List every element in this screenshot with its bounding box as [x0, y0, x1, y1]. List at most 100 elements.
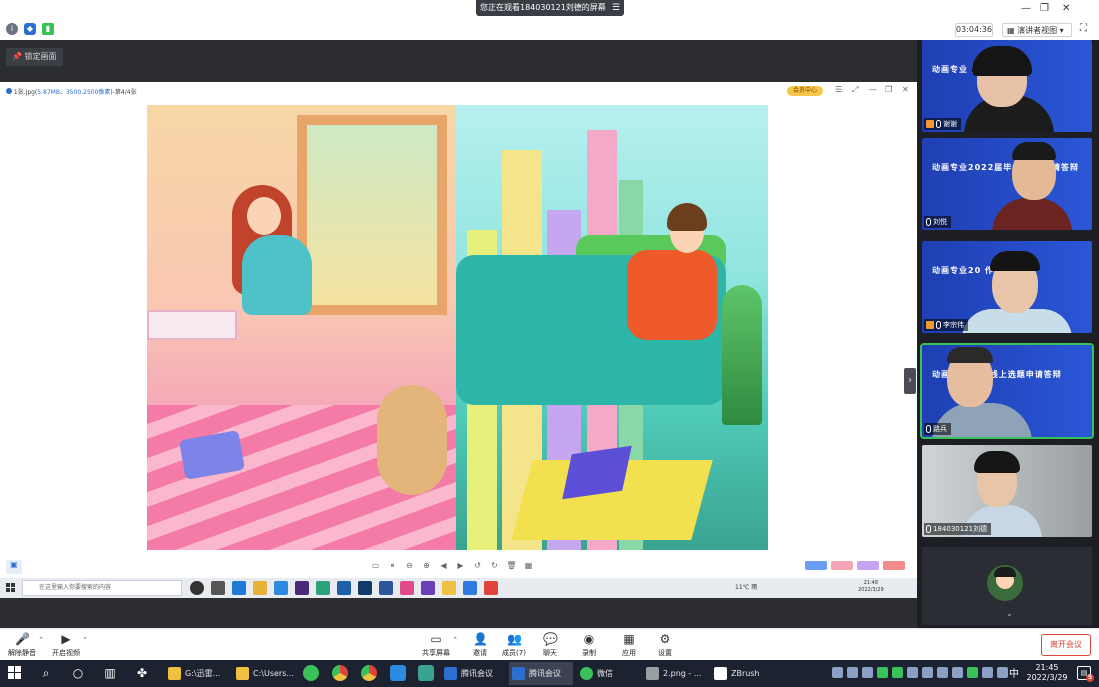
menu-icon[interactable]: ☰	[835, 85, 842, 94]
participant-tile-2[interactable]: 动画专业20 作布置会 李宗伟	[922, 241, 1092, 333]
taskbar-item-folder-g[interactable]: G:\迅雷...	[165, 662, 227, 685]
info-icon[interactable]: i	[6, 23, 18, 35]
participant-name: 谢谢	[924, 118, 961, 130]
shield-icon[interactable]: ◆	[24, 23, 36, 35]
participant-tile-3[interactable]: 动画专业 业生线上选题申请答辩 路兵	[920, 343, 1094, 439]
chevron-up-icon[interactable]: ⌃	[82, 636, 88, 644]
lock-screen-button[interactable]: 📌 锁定画面	[6, 48, 63, 66]
video-button[interactable]: ▶ 开启视频 ⌃	[44, 632, 88, 658]
taskbar-item-tencent-meeting[interactable]: 腾讯会议	[441, 662, 505, 685]
close-icon[interactable]: ✕	[902, 85, 909, 94]
image-index: )-第4/4张	[110, 89, 137, 96]
layout-icon: ▦	[1007, 26, 1015, 35]
tray-app-icon[interactable]	[832, 667, 843, 678]
shared-clock: 21:48 2022/3/29	[858, 580, 884, 593]
vip-center-button[interactable]: 会员中心	[787, 86, 823, 96]
rotate-left-icon[interactable]: ↺	[472, 560, 483, 571]
notification-icon[interactable]: ▤ 5	[1077, 666, 1094, 682]
windows-icon[interactable]	[6, 583, 16, 593]
collapse-sidebar-icon[interactable]: ›	[904, 368, 916, 394]
wechat-icon	[580, 667, 593, 680]
leave-meeting-button[interactable]: 离开会议	[1041, 634, 1091, 656]
mute-button[interactable]: 🎤 解除静音 ⌃	[0, 632, 44, 658]
chat-icon: 💬	[543, 632, 558, 646]
windows-start-icon[interactable]	[8, 666, 22, 680]
volume-icon[interactable]	[952, 667, 963, 678]
zoom-out-icon[interactable]: ⊖	[404, 560, 415, 571]
app-pin-blue-icon[interactable]	[390, 665, 406, 681]
expand-icon[interactable]: ⤢	[852, 85, 858, 95]
fullscreen-icon[interactable]: ⛶	[1080, 23, 1087, 34]
meeting-window: 您正在观看184030121刘德的屏幕 ☰ i ◆ ▮ — ❐ ✕ 03:04:…	[0, 0, 1099, 687]
tray-app-icon[interactable]	[892, 667, 903, 678]
slideshow-icon[interactable]: ▭	[370, 560, 381, 571]
menu-icon[interactable]: ☰	[612, 0, 620, 16]
chevron-down-icon: ▾	[1059, 26, 1064, 35]
members-icon: 👥	[507, 632, 522, 646]
participant-tile-1[interactable]: 动画专业2022届毕业 选题申请答辩 刘悦	[922, 138, 1092, 230]
folder-icon	[236, 667, 249, 680]
lock-screen-label: 锁定画面	[24, 52, 57, 61]
chrome-icon[interactable]	[361, 665, 377, 681]
wechat-tray-icon[interactable]	[967, 667, 978, 678]
view-mode-button[interactable]: ▦ 演讲者视图 ▾	[1002, 23, 1072, 37]
zbrush-icon	[714, 667, 727, 680]
system-clock[interactable]: 21:45 2022/3/29	[1025, 663, 1069, 683]
close-icon[interactable]: ✕	[1062, 3, 1070, 14]
file-size-link[interactable]: 5.87MB	[37, 89, 60, 96]
participant-tile-4[interactable]: 184030121刘德	[922, 445, 1092, 537]
wifi-icon[interactable]	[997, 667, 1008, 678]
share-screen-icon: ▭	[430, 632, 442, 646]
ime-indicator[interactable]: 中	[1009, 665, 1019, 680]
taskbar-item-wechat[interactable]: 微信	[577, 662, 637, 685]
viewer-chips	[805, 561, 905, 570]
tray-app-icon[interactable]	[922, 667, 933, 678]
grid-icon[interactable]: ▦	[523, 560, 534, 571]
signal-icon[interactable]: ▮	[42, 23, 54, 35]
taskbar-item-tencent-meeting-active[interactable]: 腾讯会议	[509, 662, 573, 685]
pen-icon[interactable]	[982, 667, 993, 678]
thumbnail-icon[interactable]: ▣	[6, 560, 22, 574]
dimensions-link[interactable]: 3500,2500像素	[66, 89, 110, 96]
cortana-icon[interactable]: ○	[70, 665, 86, 681]
chrome-icon[interactable]	[332, 665, 348, 681]
participant-avatar-tile[interactable]: ⌄	[922, 547, 1092, 625]
restore-icon[interactable]: ❐	[1040, 3, 1049, 14]
chevron-down-icon[interactable]: ⌄	[1006, 609, 1013, 618]
tray-app-icon[interactable]	[862, 667, 873, 678]
app-pin-green-icon[interactable]	[303, 665, 319, 681]
taskbar-item-zbrush[interactable]: ZBrush	[711, 662, 775, 685]
taskbar-item-folder-c[interactable]: C:\Users...	[233, 662, 295, 685]
settings-button[interactable]: ⚙ 设置	[643, 632, 687, 658]
top-status-icons: i ◆ ▮	[6, 23, 54, 35]
chat-button[interactable]: 💬 聊天	[528, 632, 572, 658]
minimize-icon[interactable]: —	[869, 85, 877, 94]
task-view-icon[interactable]: ▥	[102, 665, 118, 681]
network-icon[interactable]	[937, 667, 948, 678]
participant-tile-0[interactable]: 动画专业 选题申请答辩 谢谢	[922, 40, 1092, 132]
tray-app-icon[interactable]	[847, 667, 858, 678]
tray-app-icon[interactable]	[877, 667, 888, 678]
app-pin-teal-icon[interactable]	[418, 665, 434, 681]
illustration-image	[147, 105, 768, 550]
tencent-meeting-icon	[512, 667, 525, 680]
tray-app-icon[interactable]	[907, 667, 918, 678]
rotate-right-icon[interactable]: ↻	[489, 560, 500, 571]
search-icon[interactable]: ⌕	[38, 665, 54, 681]
delete-icon[interactable]: 🗑	[506, 560, 517, 571]
pause-icon[interactable]: ⏸	[387, 560, 398, 571]
record-button[interactable]: ◉ 录制	[567, 632, 611, 658]
image-viewer-icon	[646, 667, 659, 680]
folder-icon	[168, 667, 181, 680]
share-screen-button[interactable]: ▭ 共享屏幕 ⌃	[414, 632, 458, 658]
taskbar-item-image[interactable]: 2.png - ...	[643, 662, 707, 685]
zoom-in-icon[interactable]: ⊕	[421, 560, 432, 571]
fan-app-icon[interactable]: ✤	[134, 665, 150, 681]
minimize-icon[interactable]: —	[1021, 3, 1031, 14]
search-input[interactable]: 在这里输入你要搜索的内容	[22, 580, 182, 596]
screen-share-banner[interactable]: 您正在观看184030121刘德的屏幕 ☰	[476, 0, 624, 16]
pin-icon: 📌	[12, 52, 22, 61]
next-icon[interactable]: ▶	[455, 560, 466, 571]
restore-icon[interactable]: ❐	[885, 85, 892, 94]
previous-icon[interactable]: ◀	[438, 560, 449, 571]
